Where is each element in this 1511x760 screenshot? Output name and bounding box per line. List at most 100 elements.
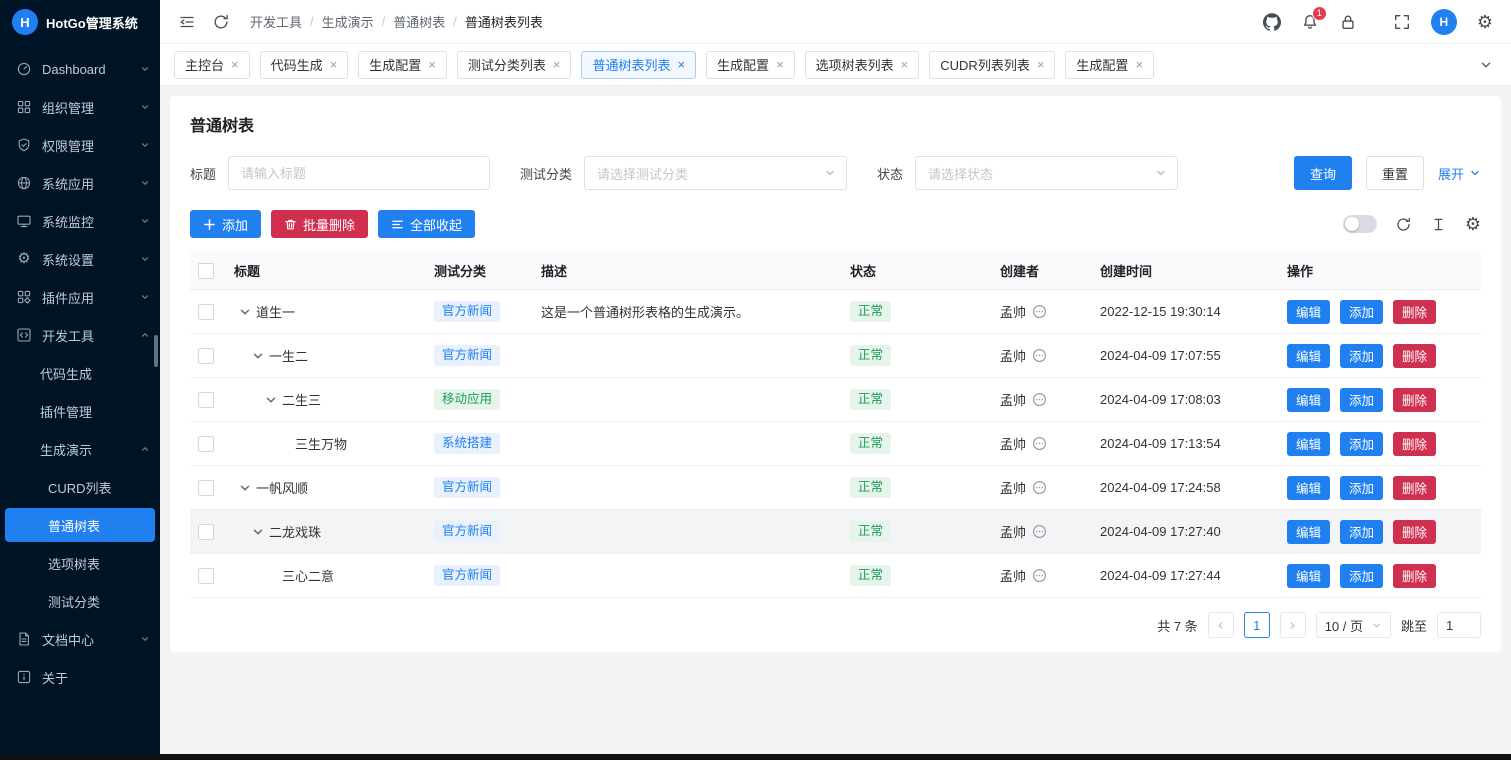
add-button[interactable]: 添加	[190, 210, 261, 238]
add-child-button[interactable]: 添加	[1340, 432, 1383, 456]
sidebar-item-system-monitor[interactable]: 系统监控	[0, 202, 160, 240]
row-checkbox[interactable]	[198, 392, 214, 408]
creator-info-icon[interactable]	[1032, 568, 1047, 583]
creator-info-icon[interactable]	[1032, 436, 1047, 451]
sidebar-item-system-settings[interactable]: ⚙ 系统设置	[0, 240, 160, 278]
edit-button[interactable]: 编辑	[1287, 432, 1330, 456]
tab-gen-config-3[interactable]: 生成配置×	[1065, 51, 1154, 79]
sidebar-item-gen-demo[interactable]: 生成演示	[0, 430, 160, 468]
lock-icon[interactable]	[1339, 13, 1357, 31]
expand-toggle-icon[interactable]	[238, 481, 252, 495]
add-child-button[interactable]: 添加	[1340, 388, 1383, 412]
tab-options-chevron-icon[interactable]	[1475, 54, 1497, 76]
edit-button[interactable]: 编辑	[1287, 476, 1330, 500]
breadcrumb-item[interactable]: 开发工具	[250, 12, 302, 31]
collapse-all-button[interactable]: 全部收起	[378, 210, 475, 238]
jump-to-input[interactable]	[1437, 612, 1481, 638]
table-size-icon[interactable]	[1430, 216, 1447, 233]
row-checkbox[interactable]	[198, 348, 214, 364]
delete-button[interactable]: 删除	[1393, 300, 1436, 324]
sidebar-item-dashboard[interactable]: Dashboard	[0, 50, 160, 88]
add-child-button[interactable]: 添加	[1340, 476, 1383, 500]
close-icon[interactable]: ×	[677, 58, 685, 71]
delete-button[interactable]: 删除	[1393, 476, 1436, 500]
sidebar-item-doc-center[interactable]: 文档中心	[0, 620, 160, 658]
sidebar-item-curd-list[interactable]: CURD列表	[0, 468, 160, 506]
tab-normal-tree-list[interactable]: 普通树表列表×	[581, 51, 696, 79]
batch-delete-button[interactable]: 批量删除	[271, 210, 368, 238]
creator-info-icon[interactable]	[1032, 304, 1047, 319]
close-icon[interactable]: ×	[553, 58, 561, 71]
status-filter-select[interactable]: 请选择状态	[915, 156, 1178, 190]
close-icon[interactable]: ×	[776, 58, 784, 71]
tab-cudr-list[interactable]: CUDR列表列表×	[929, 51, 1055, 79]
sidebar-item-organization[interactable]: 组织管理	[0, 88, 160, 126]
prev-page-button[interactable]	[1208, 612, 1234, 638]
sidebar-scrollbar[interactable]	[154, 335, 158, 367]
refresh-icon[interactable]	[212, 13, 230, 31]
fullscreen-icon[interactable]	[1393, 13, 1411, 31]
add-child-button[interactable]: 添加	[1340, 520, 1383, 544]
row-checkbox[interactable]	[198, 480, 214, 496]
sidebar-item-option-tree[interactable]: 选项树表	[0, 544, 160, 582]
striped-toggle[interactable]	[1343, 215, 1377, 233]
tab-test-category-list[interactable]: 测试分类列表×	[457, 51, 572, 79]
edit-button[interactable]: 编辑	[1287, 344, 1330, 368]
add-child-button[interactable]: 添加	[1340, 344, 1383, 368]
creator-info-icon[interactable]	[1032, 524, 1047, 539]
breadcrumb-item[interactable]: 生成演示	[322, 12, 374, 31]
close-icon[interactable]: ×	[1037, 58, 1045, 71]
row-checkbox[interactable]	[198, 524, 214, 540]
delete-button[interactable]: 删除	[1393, 520, 1436, 544]
add-child-button[interactable]: 添加	[1340, 564, 1383, 588]
sidebar-item-plugin-app[interactable]: 插件应用	[0, 278, 160, 316]
page-size-select[interactable]: 10 / 页	[1316, 612, 1391, 638]
tab-code-gen[interactable]: 代码生成×	[260, 51, 349, 79]
github-icon[interactable]	[1263, 13, 1281, 31]
sidebar-item-plugin-manage[interactable]: 插件管理	[0, 392, 160, 430]
tab-option-tree-list[interactable]: 选项树表列表×	[805, 51, 920, 79]
page-number-button[interactable]: 1	[1244, 612, 1270, 638]
edit-button[interactable]: 编辑	[1287, 520, 1330, 544]
edit-button[interactable]: 编辑	[1287, 564, 1330, 588]
expand-toggle-icon[interactable]	[251, 525, 265, 539]
tab-dashboard[interactable]: 主控台×	[174, 51, 250, 79]
delete-button[interactable]: 删除	[1393, 432, 1436, 456]
sidebar-item-test-category[interactable]: 测试分类	[0, 582, 160, 620]
category-filter-select[interactable]: 请选择测试分类	[584, 156, 847, 190]
collapse-sidebar-icon[interactable]	[178, 13, 196, 31]
search-button[interactable]: 查询	[1294, 156, 1352, 190]
row-checkbox[interactable]	[198, 304, 214, 320]
close-icon[interactable]: ×	[901, 58, 909, 71]
expand-toggle-icon[interactable]	[251, 349, 265, 363]
user-avatar[interactable]: H	[1431, 9, 1457, 35]
expand-toggle-icon[interactable]	[238, 305, 252, 319]
notification-bell[interactable]: 1	[1301, 13, 1319, 31]
edit-button[interactable]: 编辑	[1287, 300, 1330, 324]
tab-gen-config-2[interactable]: 生成配置×	[706, 51, 795, 79]
sidebar-item-about[interactable]: 关于	[0, 658, 160, 696]
edit-button[interactable]: 编辑	[1287, 388, 1330, 412]
creator-info-icon[interactable]	[1032, 480, 1047, 495]
close-icon[interactable]: ×	[1135, 58, 1143, 71]
delete-button[interactable]: 删除	[1393, 388, 1436, 412]
breadcrumb-item[interactable]: 普通树表	[393, 12, 445, 31]
delete-button[interactable]: 删除	[1393, 564, 1436, 588]
expand-filters-link[interactable]: 展开	[1438, 164, 1481, 183]
column-settings-gear-icon[interactable]: ⚙	[1465, 215, 1481, 233]
settings-gear-icon[interactable]: ⚙	[1477, 13, 1493, 31]
reset-button[interactable]: 重置	[1366, 156, 1424, 190]
row-checkbox[interactable]	[198, 568, 214, 584]
tab-gen-config-1[interactable]: 生成配置×	[358, 51, 447, 79]
add-child-button[interactable]: 添加	[1340, 300, 1383, 324]
close-icon[interactable]: ×	[231, 58, 239, 71]
app-logo[interactable]: H HotGo管理系统	[0, 0, 160, 44]
select-all-checkbox[interactable]	[198, 263, 214, 279]
close-icon[interactable]: ×	[330, 58, 338, 71]
title-filter-input[interactable]	[228, 156, 490, 190]
delete-button[interactable]: 删除	[1393, 344, 1436, 368]
next-page-button[interactable]	[1280, 612, 1306, 638]
creator-info-icon[interactable]	[1032, 392, 1047, 407]
sidebar-item-code-gen[interactable]: 代码生成	[0, 354, 160, 392]
sidebar-item-permission[interactable]: 权限管理	[0, 126, 160, 164]
